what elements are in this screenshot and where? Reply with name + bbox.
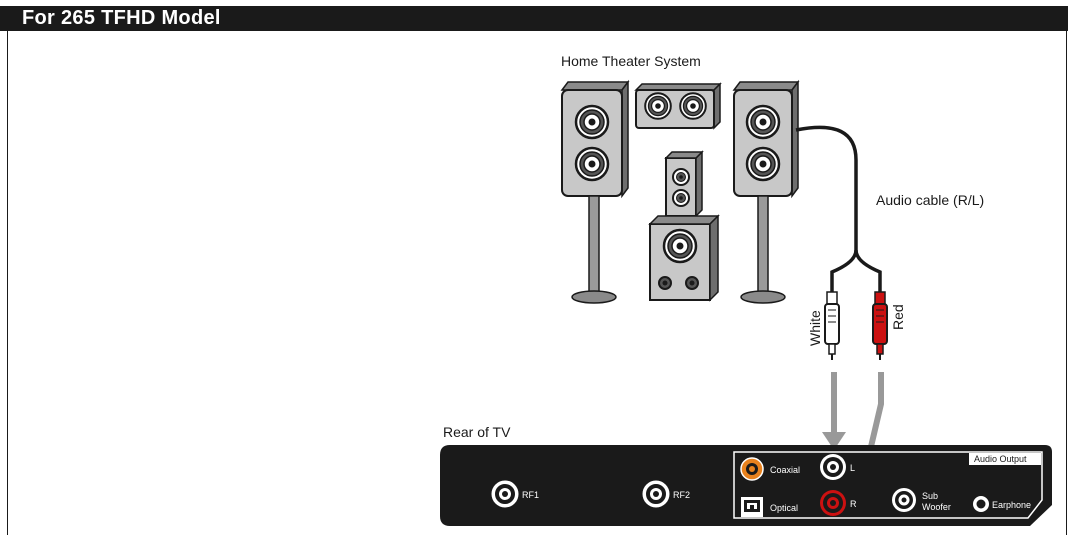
subwoofer-jack [892, 488, 916, 512]
earphone-label: Earphone [992, 500, 1031, 510]
rf2-label: RF2 [673, 490, 690, 500]
audio-output-label: Audio Output [974, 454, 1027, 464]
red-rca-plug [872, 291, 888, 360]
optical-jack [741, 497, 763, 517]
white-connection-arrow [822, 372, 846, 450]
right-front-speaker [732, 79, 800, 304]
rf1-label: RF1 [522, 490, 539, 500]
rf1-jack [491, 480, 519, 508]
home-theater-label: Home Theater System [561, 53, 701, 69]
cable-label: Audio cable (R/L) [876, 192, 984, 208]
left-front-speaker [560, 79, 630, 304]
connection-diagram: Home Theater System Audio cable (R/L) Wh… [440, 53, 1052, 526]
coaxial-label: Coaxial [770, 465, 800, 475]
subwoofer-speaker [648, 150, 720, 302]
white-plug-label: White [807, 310, 823, 346]
center-speaker [634, 82, 722, 130]
audio-cable [795, 125, 882, 292]
sub-label-2: Woofer [922, 502, 951, 512]
sub-label-1: Sub [922, 491, 938, 501]
right-jack-label: R [850, 499, 857, 509]
left-jack-label: L [850, 463, 855, 473]
audio-left-jack [820, 454, 846, 480]
optical-label: Optical [770, 503, 798, 513]
audio-right-jack [820, 490, 846, 516]
rf2-jack [642, 480, 670, 508]
rear-tv-label: Rear of TV [443, 424, 511, 440]
earphone-jack [973, 496, 989, 512]
red-plug-label: Red [890, 304, 906, 330]
white-rca-plug [824, 291, 840, 360]
coaxial-jack [740, 457, 764, 481]
